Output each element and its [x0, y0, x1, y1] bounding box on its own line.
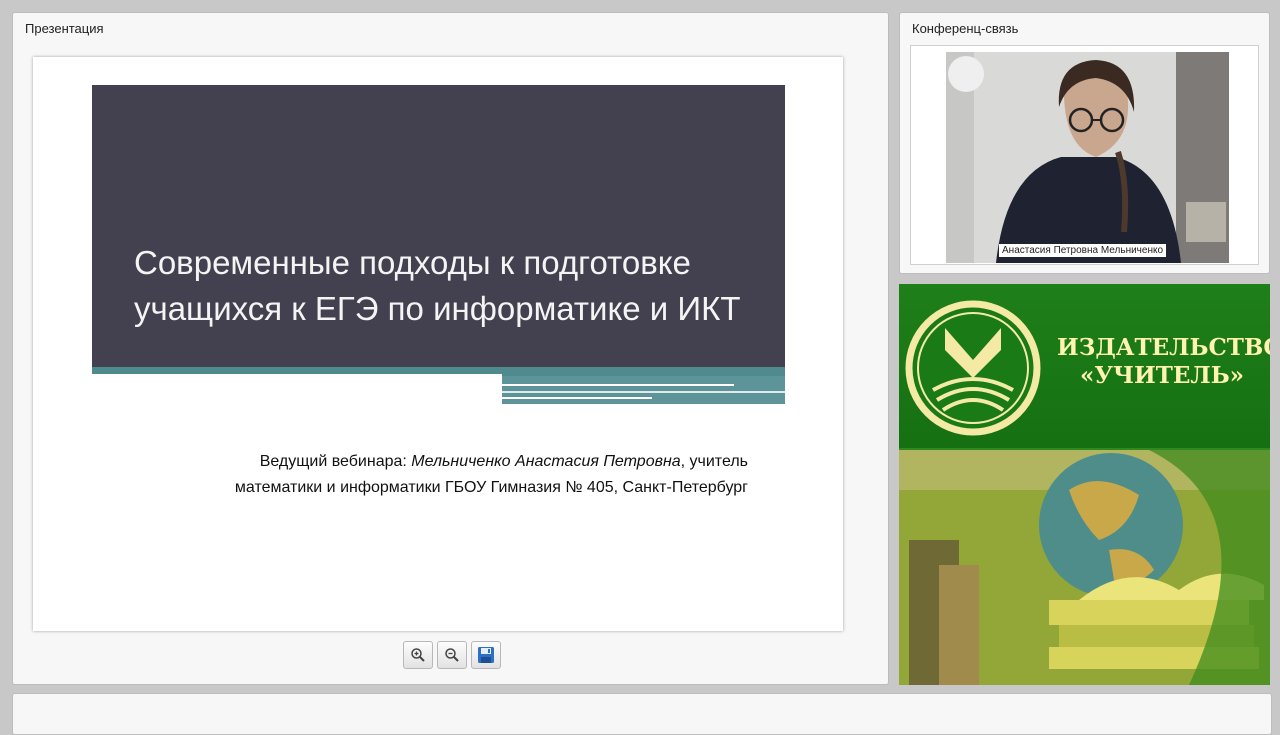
slide-stripe-block — [502, 376, 785, 404]
conference-panel: Конференц-связь Анастасия Петровна Мельн… — [899, 12, 1270, 274]
presenter-suffix: , учитель — [680, 453, 748, 470]
publisher-header: ИЗДАТЕЛЬСТВО «УЧИТЕЛЬ» — [899, 284, 1270, 448]
presenter-prefix: Ведущий вебинара: — [259, 453, 412, 470]
zoom-in-button[interactable] — [403, 641, 433, 669]
slide-title: Современные подходы к подготовке учащихс… — [134, 244, 741, 327]
publisher-books-image — [899, 450, 1270, 685]
bottom-panel — [12, 693, 1272, 735]
participant-video[interactable]: Анастасия Петровна Мельниченко — [946, 52, 1229, 263]
zoom-out-button[interactable] — [437, 641, 467, 669]
presentation-panel: Презентация Современные подходы к подгот… — [12, 12, 889, 685]
participant-video-image — [946, 52, 1229, 263]
slide-stripe-line — [502, 391, 785, 393]
slide-stripe-line — [502, 384, 734, 386]
participant-name-label: Анастасия Петровна Мельниченко — [999, 244, 1167, 257]
zoom-in-icon — [411, 648, 425, 662]
save-button[interactable] — [471, 641, 501, 669]
video-frame: Анастасия Петровна Мельниченко — [910, 45, 1259, 265]
publisher-name: ИЗДАТЕЛЬСТВО «УЧИТЕЛЬ» — [1057, 334, 1270, 390]
publisher-banner: ИЗДАТЕЛЬСТВО «УЧИТЕЛЬ» — [899, 284, 1270, 685]
slide-presenter-info: Ведущий вебинара: Мельниченко Анастасия … — [133, 449, 748, 501]
publisher-logo — [905, 300, 1041, 436]
conference-panel-title: Конференц-связь — [912, 21, 1019, 36]
slide-stripe-white — [92, 374, 502, 379]
presenter-name: Мельниченко Анастасия Петровна — [411, 453, 681, 470]
slide: Современные подходы к подготовке учащихс… — [33, 57, 843, 631]
books-globe-illustration — [899, 450, 1270, 685]
publisher-name-line2: «УЧИТЕЛЬ» — [1079, 362, 1245, 389]
presentation-panel-title: Презентация — [25, 21, 104, 36]
presenter-position: математики и информатики ГБОУ Гимназия №… — [234, 479, 748, 496]
zoom-out-icon — [445, 648, 459, 662]
slide-stripe-line — [502, 397, 652, 399]
publisher-name-line1: ИЗДАТЕЛЬСТВО — [1057, 334, 1270, 361]
save-icon — [478, 647, 494, 663]
presentation-toolbar — [403, 641, 501, 671]
